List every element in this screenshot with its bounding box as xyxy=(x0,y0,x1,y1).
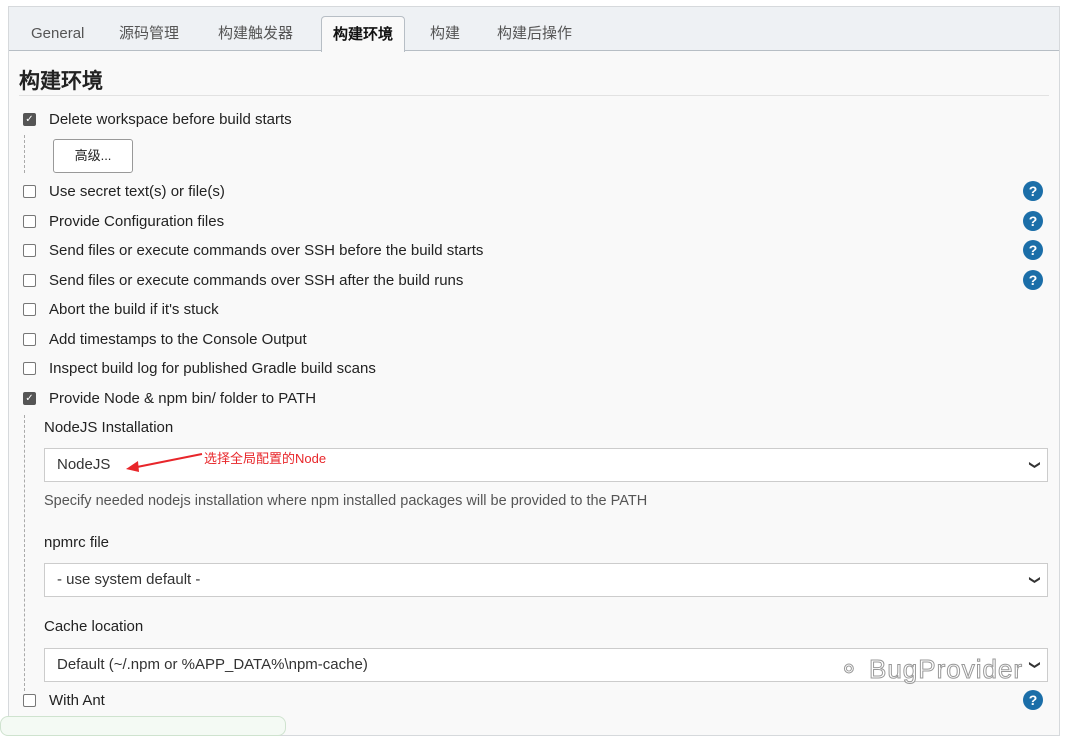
annotation-arrow-icon xyxy=(126,453,203,472)
tab-build-environment[interactable]: 构建环境 xyxy=(321,16,406,52)
option-delete-workspace[interactable]: ✓ Delete workspace before build starts xyxy=(23,108,292,130)
advanced-button[interactable]: 高级... xyxy=(53,139,133,173)
dashed-guide xyxy=(24,135,25,173)
tab-general[interactable]: General xyxy=(20,16,95,52)
select-value: NodeJS xyxy=(57,456,111,473)
checkbox[interactable] xyxy=(23,273,36,287)
annotation-text: 选择全局配置的Node xyxy=(204,451,327,466)
checkbox[interactable] xyxy=(23,361,36,375)
tab-bar: General 源码管理 构建触发器 构建环境 构建 构建后操作 xyxy=(9,7,1059,52)
chevron-down-icon: ❯ xyxy=(1028,460,1041,470)
option-gradle-scans[interactable]: Inspect build log for published Gradle b… xyxy=(23,357,376,379)
help-icon[interactable]: ? xyxy=(1023,690,1043,710)
checkbox[interactable] xyxy=(23,332,36,346)
checkbox[interactable] xyxy=(23,214,36,228)
tab-triggers[interactable]: 构建触发器 xyxy=(207,16,304,52)
help-icon[interactable]: ? xyxy=(1023,181,1043,201)
option-secret-text[interactable]: Use secret text(s) or file(s) xyxy=(23,180,225,202)
divider xyxy=(19,95,1049,96)
option-label: With Ant xyxy=(49,691,105,709)
help-icon[interactable]: ? xyxy=(1023,240,1043,260)
option-timestamps[interactable]: Add timestamps to the Console Output xyxy=(23,328,307,350)
section-title: 构建环境 xyxy=(19,70,103,93)
help-icon[interactable]: ? xyxy=(1023,211,1043,231)
option-label: Add timestamps to the Console Output xyxy=(49,330,307,348)
option-with-ant[interactable]: With Ant xyxy=(23,689,105,711)
option-label: Inspect build log for published Gradle b… xyxy=(49,359,376,377)
option-label: Send files or execute commands over SSH … xyxy=(49,271,464,289)
npmrc-label: npmrc file xyxy=(44,534,110,551)
option-label: Send files or execute commands over SSH … xyxy=(49,241,484,259)
option-label: Provide Node & npm bin/ folder to PATH xyxy=(49,389,317,407)
option-label: Delete workspace before build starts xyxy=(49,110,292,128)
checkbox[interactable]: ✓ xyxy=(23,391,36,405)
watermark-logo: ⚬ BugProvider xyxy=(837,654,1024,685)
notification-bar xyxy=(0,716,286,736)
dashed-guide xyxy=(24,415,25,691)
npmrc-select[interactable]: - use system default - ❯ xyxy=(44,563,1048,597)
checkbox[interactable]: ✓ xyxy=(23,112,36,126)
checkbox[interactable] xyxy=(23,693,36,707)
checkbox[interactable] xyxy=(23,243,36,257)
checkbox[interactable] xyxy=(23,302,36,316)
option-node-path[interactable]: ✓ Provide Node & npm bin/ folder to PATH xyxy=(23,387,316,409)
chevron-down-icon: ❯ xyxy=(1028,660,1041,670)
tab-scm[interactable]: 源码管理 xyxy=(108,16,190,52)
chevron-down-icon: ❯ xyxy=(1028,575,1041,585)
option-ssh-before[interactable]: Send files or execute commands over SSH … xyxy=(23,239,483,261)
tab-build[interactable]: 构建 xyxy=(419,16,471,52)
select-value: - use system default - xyxy=(57,571,201,588)
option-ssh-after[interactable]: Send files or execute commands over SSH … xyxy=(23,269,463,291)
cache-location-label: Cache location xyxy=(44,618,144,635)
tab-post-build[interactable]: 构建后操作 xyxy=(486,16,583,52)
build-config-panel: General 源码管理 构建触发器 构建环境 构建 构建后操作 构建环境 ✓ D… xyxy=(8,6,1060,736)
option-label: Use secret text(s) or file(s) xyxy=(49,182,225,200)
help-icon[interactable]: ? xyxy=(1023,270,1043,290)
nodejs-installation-label: NodeJS Installation xyxy=(44,419,174,436)
nodejs-installation-description: Specify needed nodejs installation where… xyxy=(44,493,648,509)
option-config-files[interactable]: Provide Configuration files xyxy=(23,210,224,232)
select-value: Default (~/.npm or %APP_DATA%\npm-cache) xyxy=(57,656,368,673)
option-label: Abort the build if it's stuck xyxy=(49,300,219,318)
option-label: Provide Configuration files xyxy=(49,212,225,230)
option-abort-stuck[interactable]: Abort the build if it's stuck xyxy=(23,298,219,320)
checkbox[interactable] xyxy=(23,184,36,198)
